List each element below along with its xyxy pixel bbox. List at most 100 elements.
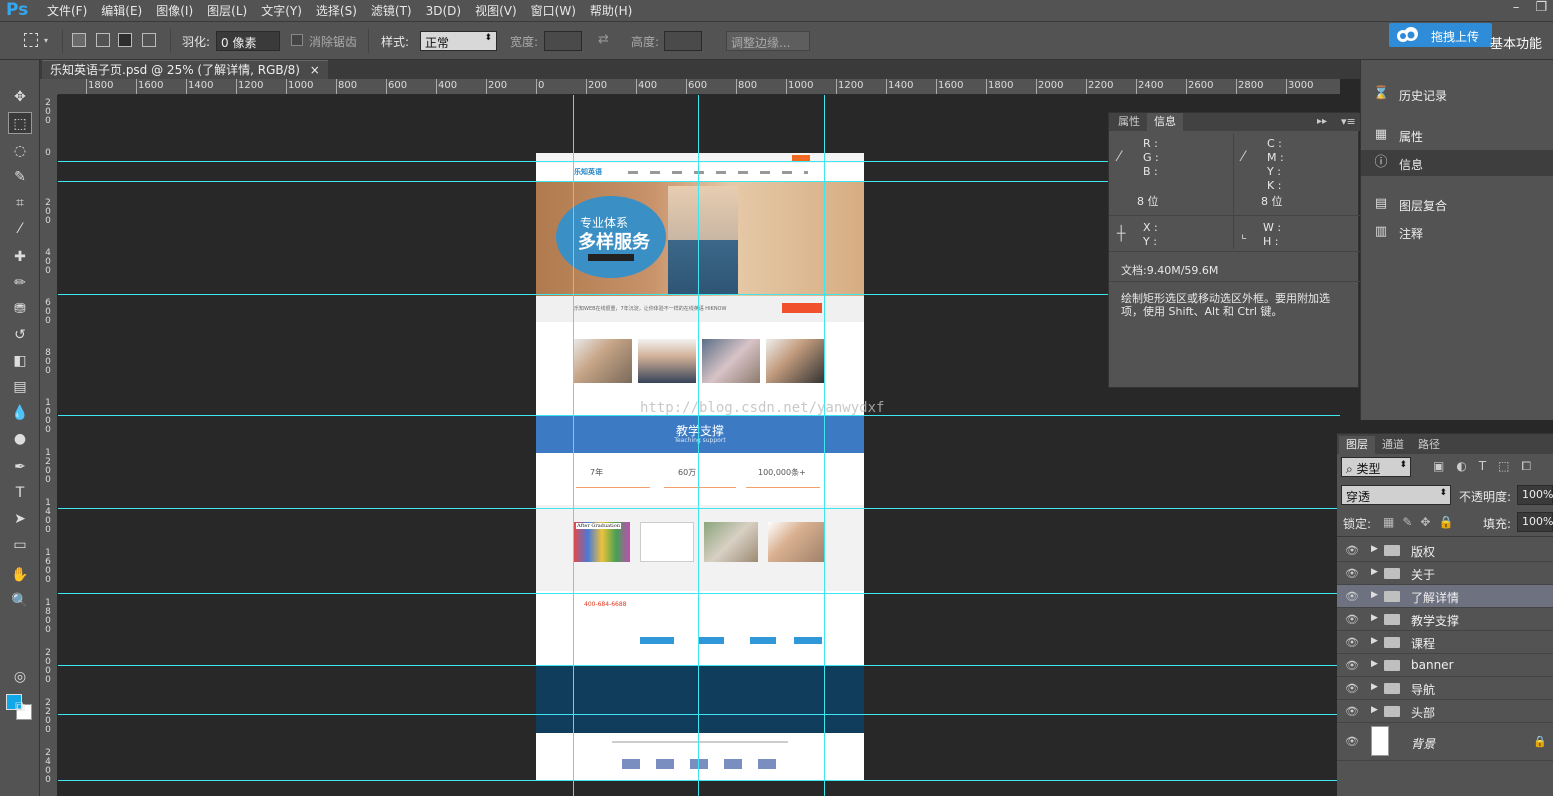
properties-panel-button[interactable]: ▦ 属性 (1361, 122, 1553, 148)
layer-row[interactable]: 👁 ▶ 教学支撑 (1337, 608, 1553, 631)
eye-icon[interactable]: 👁 (1345, 613, 1359, 626)
eye-icon[interactable]: 👁 (1345, 590, 1359, 603)
menu-edit[interactable]: 编辑(E) (94, 0, 149, 22)
layer-row[interactable]: 👁 ▶ 课程 (1337, 631, 1553, 654)
expand-icon[interactable]: ▶ (1371, 659, 1378, 669)
expand-icon[interactable]: ▶ (1371, 705, 1378, 715)
document-tab[interactable]: 乐知英语子页.psd @ 25% (了解详情, RGB/8) × (42, 60, 328, 79)
dodge-tool-icon[interactable]: ● (8, 428, 32, 450)
pen-tool-icon[interactable]: ✒ (8, 456, 32, 478)
expand-icon[interactable]: ▶ (1371, 567, 1378, 577)
restore-icon[interactable]: ❐ (1535, 0, 1547, 15)
layer-filter-icons[interactable]: ▣◐T⬚⧠ (1433, 459, 1543, 474)
expand-icon[interactable]: ▶ (1371, 544, 1378, 554)
refine-edge-button[interactable]: 调整边缘... (726, 31, 810, 51)
eye-icon[interactable]: 👁 (1345, 636, 1359, 649)
quick-select-icon[interactable]: ✎ (8, 166, 32, 188)
lasso-tool-icon[interactable]: ◌ (8, 140, 32, 162)
lock-icons[interactable]: ▦✎✥🔒 (1383, 515, 1461, 529)
menu-filter[interactable]: 滤镜(T) (364, 0, 419, 22)
panel-menu-icon[interactable]: ▾≡ (1341, 115, 1356, 128)
menu-layer[interactable]: 图层(L) (200, 0, 254, 22)
clone-stamp-icon[interactable]: ⛃ (8, 298, 32, 320)
marquee-preset-icon[interactable] (24, 33, 38, 47)
zoom-tool-icon[interactable]: 🔍 (8, 590, 32, 612)
tab-properties[interactable]: 属性 (1111, 113, 1147, 131)
workspace-switcher[interactable]: 基本功能 (1490, 33, 1542, 52)
eye-icon[interactable]: 👁 (1345, 567, 1359, 580)
antialias-checkbox[interactable] (291, 34, 303, 46)
menu-view[interactable]: 视图(V) (468, 0, 524, 22)
move-tool-icon[interactable]: ✥ (8, 86, 32, 108)
type-tool-icon[interactable]: T (8, 482, 32, 504)
path-select-icon[interactable]: ➤ (8, 508, 32, 530)
layer-row[interactable]: 👁 ▶ 版权 (1337, 539, 1553, 562)
blur-tool-icon[interactable]: 💧 (8, 402, 32, 424)
menu-3d[interactable]: 3D(D) (419, 0, 468, 22)
brush-tool-icon[interactable]: ✏ (8, 272, 32, 294)
hand-tool-icon[interactable]: ✋ (8, 564, 32, 586)
eyedropper-icon[interactable]: ⁄ (8, 218, 32, 240)
layer-comps-panel-button[interactable]: ▤ 图层复合 (1361, 191, 1553, 217)
layer-row[interactable]: 👁 ▶ 头部 (1337, 700, 1553, 723)
height-input[interactable] (664, 31, 702, 51)
info-panel-button[interactable]: ⓘ 信息 (1361, 150, 1553, 176)
guide-horizontal[interactable] (58, 665, 1340, 666)
screen-mode-icon[interactable]: ⧉ (8, 696, 32, 718)
eye-icon[interactable]: 👁 (1345, 705, 1359, 718)
add-selection-icon[interactable] (96, 33, 110, 47)
marquee-tool-icon[interactable]: ⬚ (8, 112, 32, 134)
guide-vertical[interactable] (573, 95, 574, 796)
expand-icon[interactable]: ▶ (1371, 682, 1378, 692)
eye-icon[interactable]: 👁 (1345, 735, 1359, 748)
subtract-selection-icon[interactable] (118, 33, 132, 47)
blend-mode-select[interactable]: 穿透 ⬍ (1341, 485, 1451, 505)
layer-row[interactable]: 👁 ▶ 关于 (1337, 562, 1553, 585)
feather-input[interactable]: 0 像素 (216, 31, 280, 51)
expand-icon[interactable]: ▶ (1371, 636, 1378, 646)
menu-type[interactable]: 文字(Y) (254, 0, 309, 22)
eye-icon[interactable]: 👁 (1345, 544, 1359, 557)
menu-window[interactable]: 窗口(W) (524, 0, 583, 22)
ruler-origin[interactable] (40, 79, 58, 95)
history-panel-button[interactable]: ⌛ 历史记录 (1361, 81, 1553, 107)
notes-panel-button[interactable]: ▥ 注释 (1361, 219, 1553, 245)
menu-image[interactable]: 图像(I) (149, 0, 200, 22)
guide-vertical[interactable] (698, 95, 699, 796)
guide-horizontal[interactable] (58, 780, 1340, 781)
menu-help[interactable]: 帮助(H) (583, 0, 639, 22)
fill-input[interactable]: 100% (1517, 512, 1553, 532)
tab-channels[interactable]: 通道 (1375, 436, 1411, 454)
layer-row[interactable]: 👁 ▶ banner (1337, 654, 1553, 677)
collapse-icon[interactable]: ▸▸ (1317, 116, 1327, 127)
guide-vertical[interactable] (824, 95, 825, 796)
eye-icon[interactable]: 👁 (1345, 682, 1359, 695)
upload-button[interactable]: 拖拽上传 (1389, 23, 1492, 47)
guide-horizontal[interactable] (58, 714, 1340, 715)
intersect-selection-icon[interactable] (142, 33, 156, 47)
new-selection-icon[interactable] (72, 33, 86, 47)
layer-row-background[interactable]: 👁 背景 🔒 (1337, 723, 1553, 761)
gradient-tool-icon[interactable]: ▤ (8, 376, 32, 398)
guide-horizontal[interactable] (58, 508, 1340, 509)
tab-layers[interactable]: 图层 (1339, 436, 1375, 454)
eye-icon[interactable]: 👁 (1345, 659, 1359, 672)
close-icon[interactable]: × (310, 63, 320, 77)
style-select[interactable]: 正常 ⬍ (420, 31, 497, 51)
layer-filter-select[interactable]: ⌕ 类型 ⬍ (1341, 457, 1411, 477)
horizontal-ruler[interactable]: 1800 1600 1400 1200 1000 800 600 400 200 0 200 400 6… (58, 79, 1340, 95)
crop-tool-icon[interactable]: ⌗ (8, 192, 32, 214)
width-input[interactable] (544, 31, 582, 51)
expand-icon[interactable]: ▶ (1371, 613, 1378, 623)
healing-brush-icon[interactable]: ✚ (8, 246, 32, 268)
minimize-icon[interactable]: – (1513, 0, 1520, 15)
guide-horizontal[interactable] (58, 593, 1340, 594)
layer-row[interactable]: 👁 ▶ 导航 (1337, 677, 1553, 700)
eraser-icon[interactable]: ◧ (8, 350, 32, 372)
chevron-down-icon[interactable]: ▾ (44, 36, 48, 45)
rectangle-tool-icon[interactable]: ▭ (8, 534, 32, 556)
swap-icon[interactable]: ⇄ (598, 32, 609, 47)
tab-paths[interactable]: 路径 (1411, 436, 1447, 454)
layer-row-selected[interactable]: 👁 ▶ 了解详情 (1337, 585, 1553, 608)
menu-select[interactable]: 选择(S) (309, 0, 364, 22)
